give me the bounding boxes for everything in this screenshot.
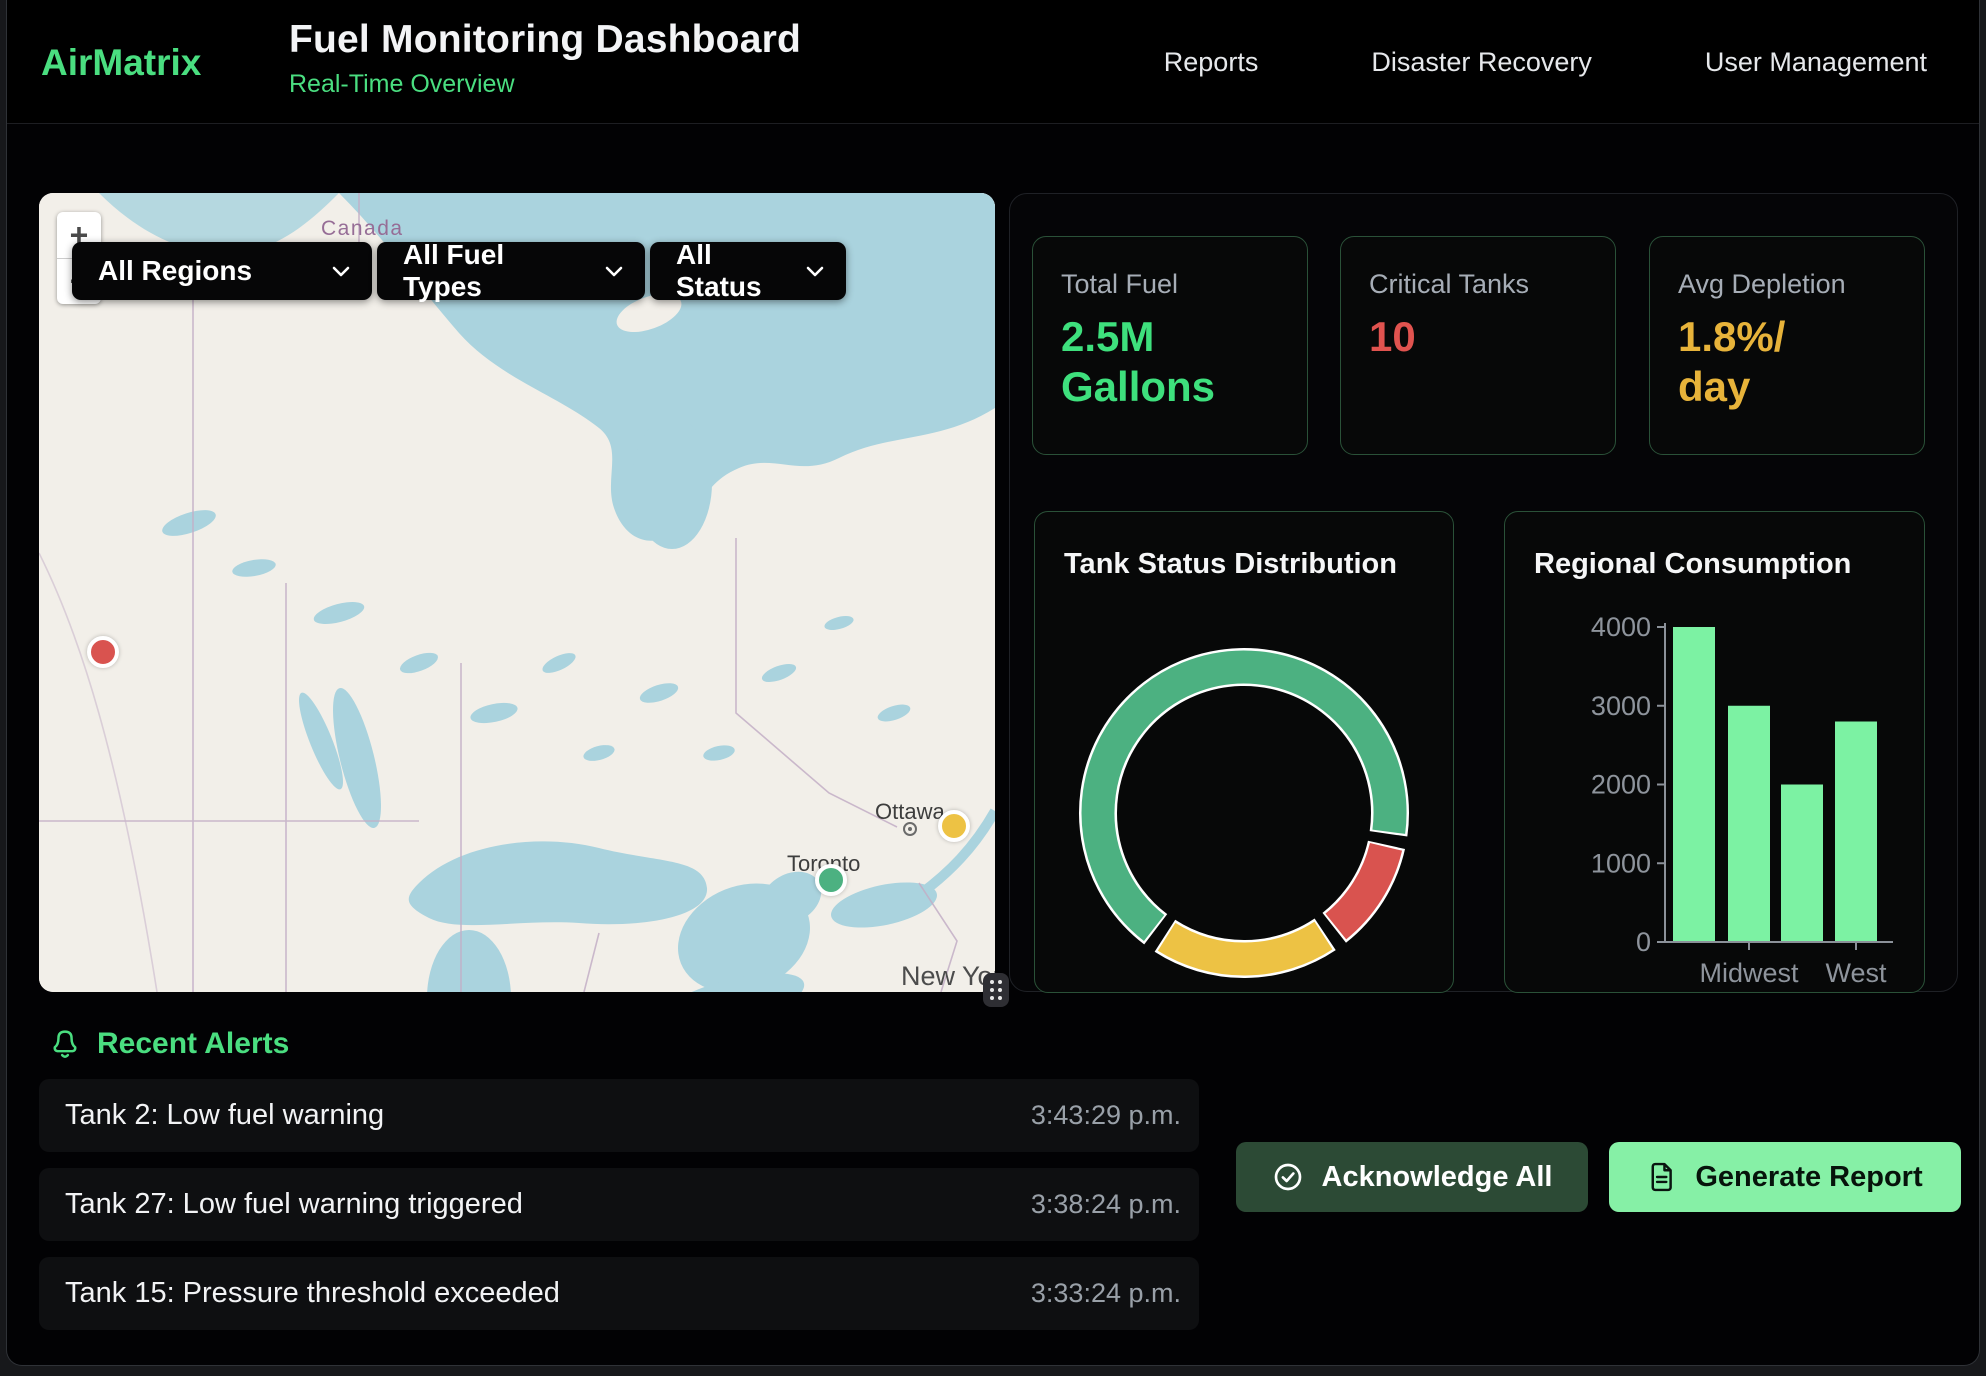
stat-value-total-fuel: 2.5M Gallons [1061, 312, 1279, 413]
map-filters: All Regions All Fuel Types All Status [72, 242, 846, 300]
alert-message: Tank 27: Low fuel warning triggered [65, 1188, 523, 1221]
nav-user-management[interactable]: User Management [1705, 47, 1927, 78]
svg-text:2000: 2000 [1591, 770, 1651, 800]
region-filter-value: All Regions [98, 255, 252, 287]
recent-alerts-title: Recent Alerts [97, 1027, 289, 1061]
document-icon [1647, 1161, 1677, 1193]
map-label-canada: Canada [321, 217, 404, 241]
generate-report-label: Generate Report [1695, 1161, 1922, 1194]
bell-icon [49, 1027, 81, 1061]
page-subtitle: Real-Time Overview [289, 70, 801, 99]
chevron-down-icon [605, 266, 623, 277]
svg-text:1000: 1000 [1591, 848, 1651, 878]
acknowledge-all-label: Acknowledge All [1322, 1161, 1553, 1194]
chevron-down-icon [332, 266, 350, 277]
svg-text:West: West [1825, 958, 1887, 988]
map-label-new-york: New York [901, 961, 995, 992]
stat-label: Critical Tanks [1369, 269, 1587, 300]
region-filter-dropdown[interactable]: All Regions [72, 242, 372, 300]
fuel-map[interactable]: Canada Ottawa Toronto New York + − All R… [39, 193, 995, 992]
alert-row[interactable]: Tank 27: Low fuel warning triggered 3:38… [39, 1168, 1199, 1241]
stat-card-avg-depletion: Avg Depletion 1.8%/ day [1649, 236, 1925, 455]
title-block: Fuel Monitoring Dashboard Real-Time Over… [289, 18, 801, 99]
city-symbol-ottawa [903, 822, 917, 836]
chevron-down-icon [806, 266, 824, 277]
page-title: Fuel Monitoring Dashboard [289, 18, 801, 62]
alert-timestamp: 3:38:24 p.m. [1031, 1189, 1181, 1220]
tank-status-donut-chart [1035, 512, 1455, 994]
svg-text:3000: 3000 [1591, 691, 1651, 721]
tank-status-chart-card: Tank Status Distribution [1034, 511, 1454, 993]
stat-label: Total Fuel [1061, 269, 1279, 300]
stat-card-critical-tanks: Critical Tanks 10 [1340, 236, 1616, 455]
alert-row[interactable]: Tank 15: Pressure threshold exceeded 3:3… [39, 1257, 1199, 1330]
status-filter-value: All Status [676, 239, 788, 303]
regional-consumption-chart-card: Regional Consumption 01000200030004000Mi… [1504, 511, 1925, 993]
stat-label: Avg Depletion [1678, 269, 1896, 300]
generate-report-button[interactable]: Generate Report [1609, 1142, 1961, 1212]
acknowledge-all-button[interactable]: Acknowledge All [1236, 1142, 1588, 1212]
brand-logo: AirMatrix [41, 42, 201, 84]
header: AirMatrix Fuel Monitoring Dashboard Real… [7, 0, 1979, 124]
stat-value-critical-tanks: 10 [1369, 312, 1587, 362]
map-resize-handle[interactable] [983, 973, 1009, 1007]
svg-text:4000: 4000 [1591, 612, 1651, 642]
nav-disaster-recovery[interactable]: Disaster Recovery [1371, 47, 1592, 78]
tank-marker-normal[interactable] [815, 864, 847, 896]
alert-message: Tank 2: Low fuel warning [65, 1099, 384, 1132]
tank-marker-critical[interactable] [87, 636, 119, 668]
nav-reports[interactable]: Reports [1164, 47, 1259, 78]
status-filter-dropdown[interactable]: All Status [650, 242, 846, 300]
regional-consumption-bar-chart: 0 1000 2000 3000 4000 Midwest West [1505, 512, 1926, 994]
svg-text:Midwest: Midwest [1699, 958, 1799, 988]
recent-alerts-header: Recent Alerts [49, 1027, 289, 1061]
stat-card-total-fuel: Total Fuel 2.5M Gallons [1032, 236, 1308, 455]
svg-text:0: 0 [1636, 927, 1651, 957]
stat-value-avg-depletion: 1.8%/ day [1678, 312, 1896, 413]
alert-timestamp: 3:43:29 p.m. [1031, 1100, 1181, 1131]
fuel-type-filter-value: All Fuel Types [403, 239, 587, 303]
alert-message: Tank 15: Pressure threshold exceeded [65, 1277, 560, 1310]
main-nav: Reports Disaster Recovery User Managemen… [1164, 0, 1927, 124]
alert-timestamp: 3:33:24 p.m. [1031, 1278, 1181, 1309]
app-window: AirMatrix Fuel Monitoring Dashboard Real… [6, 0, 1980, 1366]
tank-marker-warning[interactable] [938, 810, 970, 842]
check-circle-icon [1272, 1161, 1304, 1193]
fuel-type-filter-dropdown[interactable]: All Fuel Types [377, 242, 645, 300]
alert-row[interactable]: Tank 2: Low fuel warning 3:43:29 p.m. [39, 1079, 1199, 1152]
metrics-panel: Total Fuel 2.5M Gallons Critical Tanks 1… [1009, 193, 1958, 992]
